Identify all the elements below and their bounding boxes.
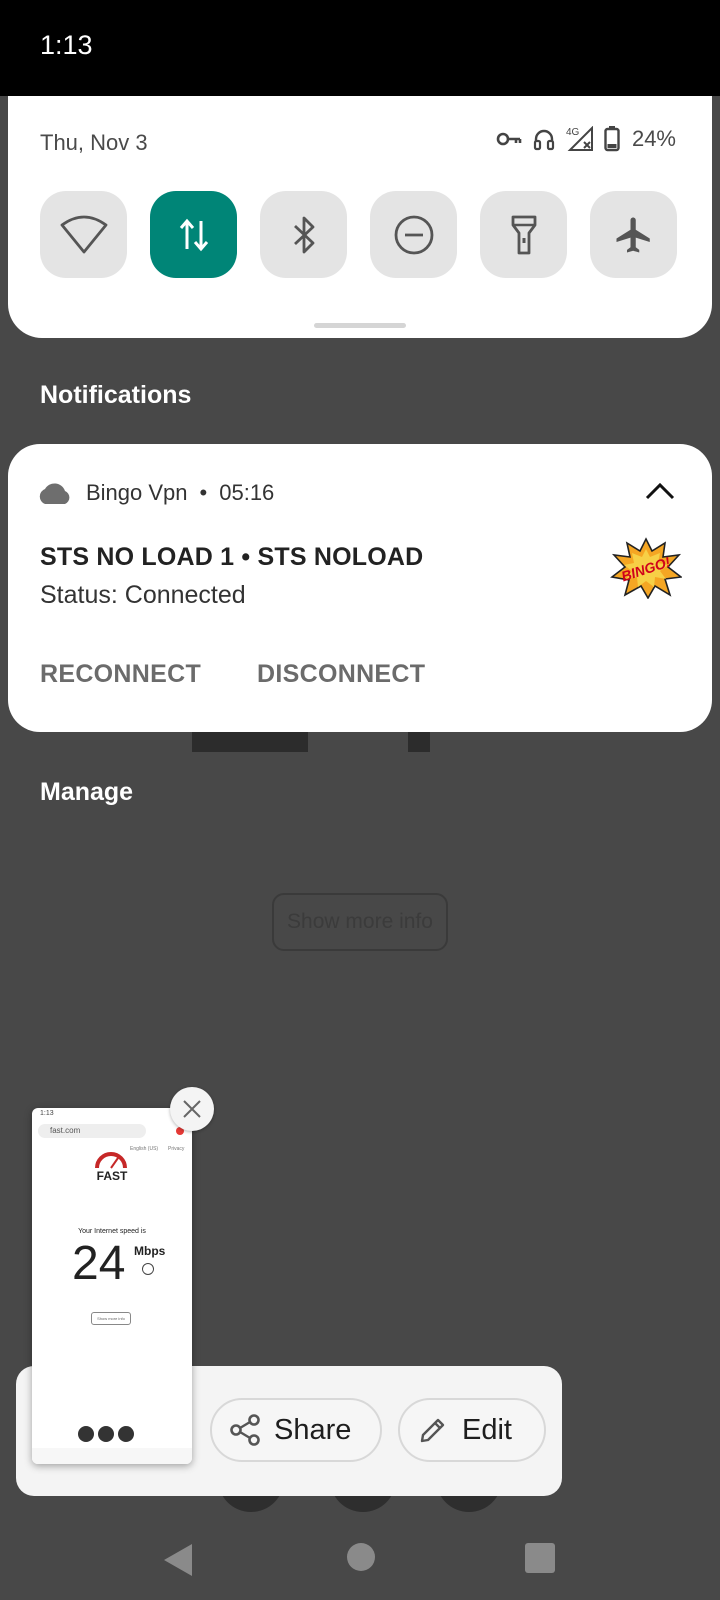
navigation-bar: [0, 1532, 720, 1600]
vpn-notification[interactable]: Bingo Vpn • 05:16 STS NO LOAD 1 • STS NO…: [8, 444, 712, 732]
thumb-help-icon: [78, 1426, 94, 1442]
thumb-url: fast.com: [50, 1126, 81, 1135]
qs-status-icons: 4G 24%: [496, 126, 676, 152]
background-show-more-info: Show more info: [272, 893, 448, 951]
bluetooth-icon: [293, 216, 314, 253]
status-bar: 1:13: [0, 0, 720, 96]
do-not-disturb-icon: [394, 215, 433, 254]
notification-title: STS NO LOAD 1 • STS NOLOAD: [40, 543, 424, 571]
wifi-icon: [60, 215, 107, 253]
flashlight-tile[interactable]: [480, 191, 567, 278]
vpn-key-icon: [496, 132, 522, 146]
pencil-icon: [420, 1418, 445, 1443]
wifi-tile[interactable]: [40, 191, 127, 278]
mobile-data-icon: [179, 218, 208, 251]
disconnect-button[interactable]: DISCONNECT: [257, 660, 425, 689]
thumb-fast-gauge-icon: [95, 1152, 127, 1169]
notification-separator: •: [199, 480, 208, 505]
share-label: Share: [274, 1413, 352, 1446]
battery-percentage: 24%: [631, 126, 676, 151]
reconnect-button[interactable]: RECONNECT: [40, 660, 201, 689]
airplane-icon: [616, 217, 650, 252]
edit-button[interactable]: Edit: [398, 1398, 546, 1462]
background-block: [192, 730, 308, 752]
notification-time: 05:16: [219, 480, 275, 505]
bingo-logo: BINGO!: [610, 537, 682, 599]
thumb-more-info: Show more info: [91, 1312, 131, 1325]
notifications-heading: Notifications: [40, 381, 192, 409]
notification-text: Status: Connected: [40, 581, 246, 609]
edit-label: Edit: [462, 1413, 512, 1446]
quick-settings-panel: Thu, Nov 3 4G 24%: [8, 96, 712, 338]
qs-tiles: [40, 191, 677, 278]
thumb-speed-value: 24: [72, 1237, 126, 1290]
manage-heading[interactable]: Manage: [40, 778, 133, 807]
mobile-data-tile[interactable]: [150, 191, 237, 278]
notification-actions: RECONNECT DISCONNECT: [40, 660, 425, 689]
thumb-policy: Privacy: [168, 1146, 185, 1152]
back-icon[interactable]: [162, 1542, 194, 1578]
do-not-disturb-tile[interactable]: [370, 191, 457, 278]
recents-icon[interactable]: [524, 1542, 556, 1574]
thumb-navbar: [32, 1448, 192, 1464]
notification-header: Bingo Vpn • 05:16: [36, 480, 274, 506]
thumb-facebook-icon: [98, 1426, 114, 1442]
share-icon: [230, 1414, 260, 1446]
network-type-label: 4G: [566, 127, 580, 138]
home-icon[interactable]: [346, 1542, 376, 1572]
thumb-twitter-icon: [118, 1426, 134, 1442]
close-icon: [183, 1100, 201, 1118]
thumb-fast-logo: FAST: [96, 1169, 128, 1183]
thumb-url-bar: fast.com: [38, 1124, 146, 1138]
flashlight-icon: [511, 215, 536, 254]
mobile-signal-4g-icon: 4G: [566, 126, 593, 151]
battery-icon: [604, 126, 620, 152]
cloud-icon: [39, 483, 70, 504]
airplane-mode-tile[interactable]: [590, 191, 677, 278]
thumb-speed-unit: Mbps: [134, 1244, 166, 1258]
notification-app-name: Bingo Vpn: [86, 480, 188, 505]
screenshot-thumbnail[interactable]: 1:13 fast.com English (US) Privacy FAST …: [32, 1108, 192, 1464]
dismiss-screenshot-button[interactable]: [170, 1087, 214, 1131]
thumb-lang: English (US): [130, 1146, 159, 1152]
qs-date[interactable]: Thu, Nov 3: [40, 130, 148, 156]
thumb-refresh-icon: [142, 1263, 154, 1275]
thumb-speed-caption: Your Internet speed is: [78, 1228, 146, 1235]
chevron-up-icon: [645, 482, 675, 500]
status-clock: 1:13: [40, 30, 93, 60]
collapse-button[interactable]: [644, 480, 676, 507]
share-button[interactable]: Share: [210, 1398, 382, 1462]
headphones-icon: [533, 129, 555, 151]
thumb-social-icons: [78, 1426, 134, 1442]
bluetooth-tile[interactable]: [260, 191, 347, 278]
qs-drag-handle[interactable]: [314, 323, 406, 328]
background-block: [408, 730, 430, 752]
thumb-time: 1:13: [40, 1110, 54, 1117]
